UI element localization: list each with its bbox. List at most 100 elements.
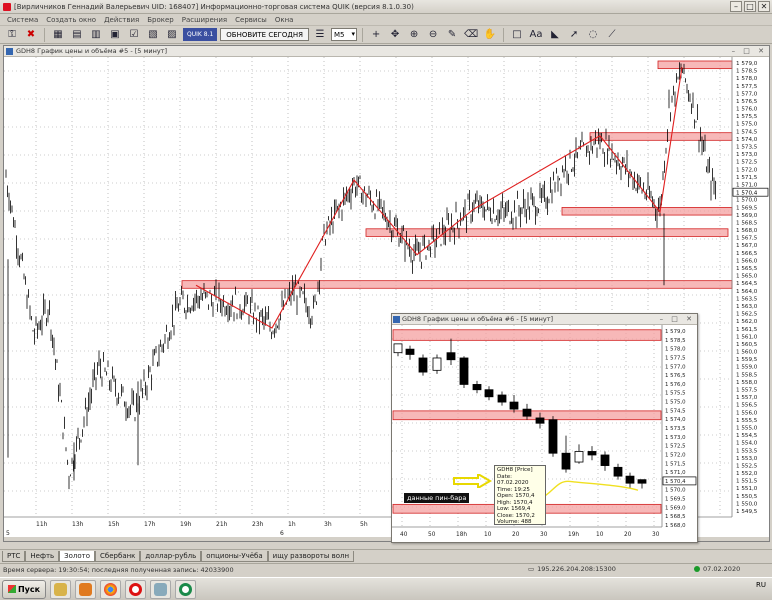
x-tick-label: 13h <box>72 521 84 528</box>
disconnect-icon[interactable]: ✖ <box>23 28 39 42</box>
toolbar-divider <box>362 27 364 42</box>
y-tick-label: 1 574,0 <box>736 137 758 143</box>
y-tick-label: 1 560,0 <box>736 350 758 356</box>
y-tick-label: 1 576,5 <box>665 373 686 379</box>
taskbar-app-icon[interactable] <box>150 579 171 599</box>
menu-extensions[interactable]: Расширения <box>178 16 231 24</box>
pencil-icon[interactable]: ✎ <box>444 28 460 42</box>
taskbar-media-player-icon[interactable] <box>75 579 96 599</box>
y-tick-label: 1 572,5 <box>665 444 686 450</box>
y-tick-label: 1 556,5 <box>736 403 758 409</box>
workspace-tabs: РТС Нефть Золото Сбербанк доллар-рубль опцион… <box>0 549 772 562</box>
label-icon[interactable]: ◣ <box>547 28 563 42</box>
print-icon[interactable]: ▨ <box>164 28 180 42</box>
checklist-icon[interactable]: ☑ <box>126 28 142 42</box>
menu-actions[interactable]: Действия <box>100 16 143 24</box>
crosshair-icon[interactable]: + <box>368 28 384 42</box>
child-chart-window-controls[interactable]: – □ ✕ <box>660 315 695 323</box>
y-tick-label: 1 553,0 <box>736 456 758 462</box>
y-tick-label: 1 559,0 <box>736 365 758 371</box>
menu-create-window[interactable]: Создать окно <box>42 16 100 24</box>
workspace-tab[interactable]: ищу развороты волн <box>267 551 355 562</box>
day-marker: 6 <box>280 530 284 537</box>
list-icon[interactable]: ☰ <box>312 28 328 42</box>
taskbar-quik-icon[interactable] <box>175 579 196 599</box>
quotes-icon[interactable]: ▥ <box>88 28 104 42</box>
menu-broker[interactable]: Брокер <box>143 16 178 24</box>
y-tick-label: 1 577,5 <box>665 355 686 361</box>
update-today-button[interactable]: ОБНОВИТЕ СЕГОДНЯ <box>220 28 310 41</box>
menu-services[interactable]: Сервисы <box>231 16 271 24</box>
arrow-icon[interactable]: ➚ <box>566 28 582 42</box>
zoom-in-icon[interactable]: ⊕ <box>406 28 422 42</box>
language-indicator[interactable]: RU <box>756 581 766 589</box>
portfolio-icon[interactable]: ▧ <box>145 28 161 42</box>
y-tick-label: 1 554,5 <box>736 433 758 439</box>
x-tick-label: 18h <box>456 532 467 538</box>
ruler-icon[interactable]: ⟋ <box>604 28 620 42</box>
x-tick-label: 30 <box>540 532 548 538</box>
system-tray: RU <box>756 581 766 589</box>
y-tick-label: 1 571,0 <box>665 470 686 476</box>
y-tick-label: 1 579,0 <box>665 329 686 335</box>
y-tick-label: 1 568,5 <box>665 514 686 520</box>
menu-system[interactable]: Система <box>3 16 42 24</box>
x-tick-label: 1h <box>288 521 296 528</box>
text-tool-button[interactable]: Aa <box>528 28 544 42</box>
key-icon[interactable]: ⚿ <box>4 28 20 42</box>
x-tick-label: 23h <box>252 521 264 528</box>
x-tick-label: 10 <box>596 532 604 538</box>
y-tick-label: 1 550,5 <box>736 494 758 500</box>
minimize-button[interactable]: – <box>730 1 742 12</box>
y-tick-label: 1 569,0 <box>665 505 686 511</box>
y-tick-label: 1 552,0 <box>736 471 758 477</box>
taskbar-chrome-icon[interactable] <box>100 579 121 599</box>
quik-version-badge: QUIK 8.1 <box>183 28 218 41</box>
y-tick-label: 1 553,5 <box>736 448 758 454</box>
y-tick-label: 1 572,5 <box>736 160 758 166</box>
workspace-tab[interactable]: Сбербанк <box>95 551 141 562</box>
bar-info-tooltip: GDH8 [Price] Date: 07.02.2020 Time: 19:2… <box>494 465 546 525</box>
candle-body <box>548 419 558 454</box>
y-tick-label: 1 571,0 <box>736 182 758 188</box>
close-button[interactable]: ✕ <box>758 1 770 12</box>
candle-body <box>446 352 456 361</box>
candle-body <box>535 417 545 424</box>
x-tick-label: 20 <box>624 532 632 538</box>
y-tick-label: 1 563,0 <box>736 304 758 310</box>
y-tick-label: 1 562,0 <box>736 319 758 325</box>
main-chart-window-controls[interactable]: – □ ✕ <box>732 47 767 55</box>
x-tick-label: 11h <box>36 521 48 528</box>
workspace-tab[interactable]: Нефть <box>25 551 60 562</box>
chart-window-icon[interactable]: ▤ <box>69 28 85 42</box>
new-table-icon[interactable]: ▦ <box>50 28 66 42</box>
y-tick-label: 1 567,0 <box>736 243 758 249</box>
y-tick-label: 1 573,5 <box>736 145 758 151</box>
interval-select[interactable]: M5 <box>331 28 358 41</box>
zoom-out-icon[interactable]: ⊖ <box>425 28 441 42</box>
menu-windows[interactable]: Окна <box>271 16 298 24</box>
rectangle-icon[interactable]: □ <box>509 28 525 42</box>
start-label: Пуск <box>17 584 41 594</box>
maximize-button[interactable]: □ <box>744 1 756 12</box>
candle-body <box>393 343 403 354</box>
taskbar-explorer-icon[interactable] <box>50 579 71 599</box>
eraser-icon[interactable]: ⌫ <box>463 28 479 42</box>
workspace-tab[interactable]: опционы-Учёба <box>201 551 268 562</box>
y-tick-label: 1 576,5 <box>736 99 758 105</box>
level-zone <box>392 329 662 341</box>
workspace-tab[interactable]: РТС <box>2 551 26 562</box>
taskbar-opera-icon[interactable] <box>125 579 146 599</box>
y-tick-label: 1 554,0 <box>736 441 758 447</box>
y-tick-label: 1 578,5 <box>665 338 686 344</box>
orders-icon[interactable]: ▣ <box>107 28 123 42</box>
workspace-tab[interactable]: Золото <box>59 551 96 562</box>
y-tick-label: 1 558,0 <box>736 380 758 386</box>
start-button[interactable]: Пуск <box>2 579 46 599</box>
hide-icon[interactable]: ◌ <box>585 28 601 42</box>
move-icon[interactable]: ✥ <box>387 28 403 42</box>
y-tick-label: 1 567,5 <box>736 236 758 242</box>
hand-icon[interactable]: ✋ <box>482 28 498 42</box>
workspace-tab[interactable]: доллар-рубль <box>140 551 202 562</box>
candle-body <box>432 357 442 371</box>
